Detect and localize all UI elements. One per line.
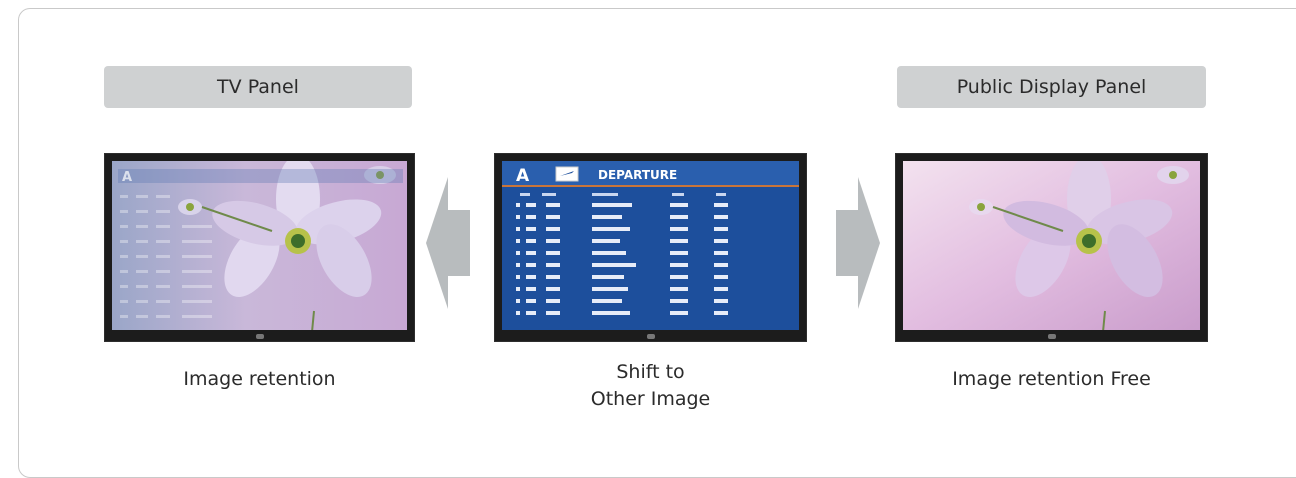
departure-board-graphic: A DEPARTURE bbox=[502, 161, 799, 330]
flower-image-retained: A bbox=[112, 161, 407, 330]
shift-caption: Shift to Other Image bbox=[494, 359, 807, 413]
tv-panel-screen: A bbox=[104, 153, 415, 342]
public-display-screen bbox=[895, 153, 1208, 342]
departure-board-screen: A DEPARTURE bbox=[494, 153, 807, 342]
ghost-letter: A bbox=[122, 170, 132, 185]
public-display-power-led bbox=[1047, 334, 1056, 339]
arrow-right-icon bbox=[836, 177, 880, 309]
public-display-panel-tag-label: Public Display Panel bbox=[956, 76, 1147, 98]
board-letter: A bbox=[516, 166, 530, 186]
shift-caption-line1: Shift to bbox=[616, 361, 685, 383]
public-display-image bbox=[903, 161, 1200, 330]
tv-panel-tag-label: TV Panel bbox=[217, 76, 299, 98]
shift-caption-line2: Other Image bbox=[590, 388, 711, 410]
tv-panel-power-led bbox=[255, 334, 264, 339]
board-screen-power-led bbox=[646, 334, 655, 339]
arrow-left-icon bbox=[426, 177, 470, 309]
tv-panel-caption: Image retention bbox=[183, 368, 336, 390]
public-display-caption: Image retention Free bbox=[952, 368, 1151, 390]
tv-panel-image: A bbox=[112, 161, 407, 330]
public-display-panel-tag: Public Display Panel bbox=[897, 66, 1206, 108]
flower-image-clean bbox=[903, 161, 1200, 330]
tv-panel-tag: TV Panel bbox=[104, 66, 412, 108]
departure-board: A DEPARTURE bbox=[502, 161, 799, 330]
board-title: DEPARTURE bbox=[598, 168, 677, 182]
